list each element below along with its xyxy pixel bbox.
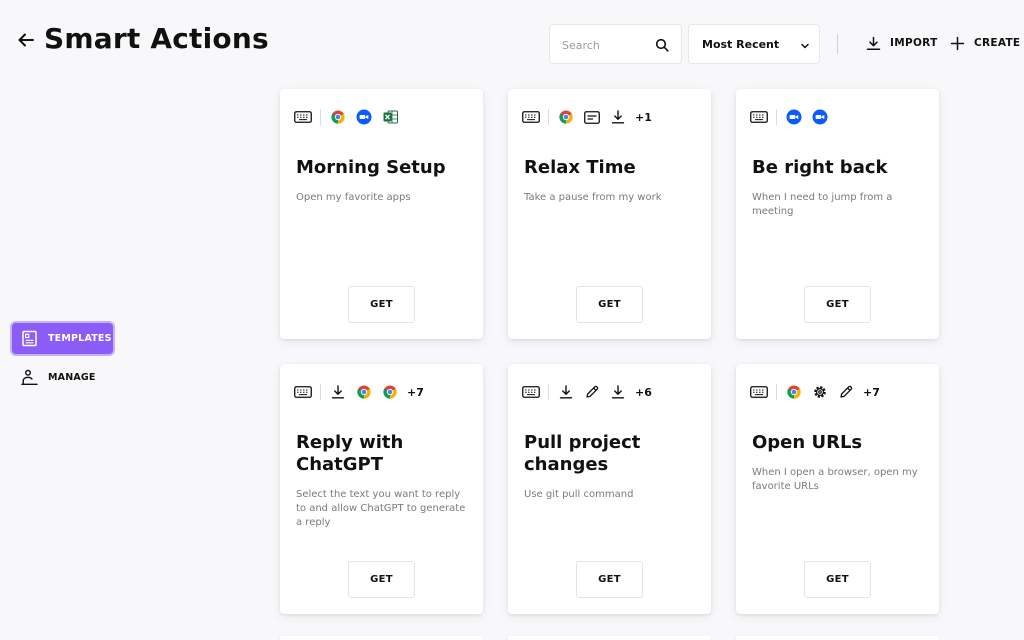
- template-card-relax-time[interactable]: +1 Relax Time Take a pause from my work …: [508, 89, 711, 339]
- zoom-icon: [785, 109, 803, 125]
- card-description: When I open a browser, open my favorite …: [752, 467, 918, 492]
- card-icon-row: [294, 109, 407, 125]
- pencil-icon: [583, 384, 601, 400]
- download-icon: [609, 384, 627, 400]
- keyboard-icon: [294, 384, 312, 400]
- more-actions-count: +7: [863, 385, 880, 399]
- get-button[interactable]: GET: [804, 561, 871, 598]
- chrome-icon: [557, 109, 575, 125]
- sidebar-item-manage[interactable]: MANAGE: [12, 362, 113, 393]
- icon-separator: [776, 384, 777, 400]
- sidebar-item-templates[interactable]: TEMPLATES: [12, 323, 113, 354]
- search-icon[interactable]: [655, 38, 669, 52]
- create-button[interactable]: CREATE: [950, 33, 1020, 53]
- template-card-pull-project-changes[interactable]: +6 Pull project changes Use git pull com…: [508, 364, 711, 614]
- keyboard-icon: [522, 109, 540, 125]
- keyboard-icon: [750, 384, 768, 400]
- sidebar-item-label: MANAGE: [48, 372, 96, 383]
- card-description: Open my favorite apps: [296, 192, 411, 203]
- window-icon: [583, 109, 601, 125]
- pencil-icon: [837, 384, 855, 400]
- template-card-partial: [736, 636, 939, 640]
- template-card-partial: [280, 636, 483, 640]
- plus-icon: [950, 36, 965, 50]
- icon-separator: [320, 109, 321, 125]
- back-arrow-icon[interactable]: [16, 30, 36, 50]
- templates-icon: [22, 330, 37, 347]
- keyboard-icon: [750, 109, 768, 125]
- chevron-down-icon: [801, 43, 809, 49]
- icon-separator: [320, 384, 321, 400]
- chrome-icon: [381, 384, 399, 400]
- card-title: Open URLs: [752, 432, 863, 453]
- get-button[interactable]: GET: [348, 561, 415, 598]
- template-card-open-urls[interactable]: +7 Open URLs When I open a browser, open…: [736, 364, 939, 614]
- chrome-icon: [355, 384, 373, 400]
- card-title: Pull project changes: [524, 432, 641, 475]
- card-icon-row: +7: [294, 384, 424, 400]
- excel-icon: [381, 109, 399, 125]
- keyboard-icon: [294, 109, 312, 125]
- search-box[interactable]: [549, 24, 682, 64]
- download-icon: [329, 384, 347, 400]
- more-actions-count: +1: [635, 110, 652, 124]
- get-button[interactable]: GET: [348, 286, 415, 323]
- header-divider: [837, 34, 838, 54]
- card-title: Morning Setup: [296, 157, 446, 178]
- template-card-reply-with-chatgpt[interactable]: +7 Reply with ChatGPT Select the text yo…: [280, 364, 483, 614]
- card-title: Relax Time: [524, 157, 636, 178]
- more-actions-count: +6: [635, 385, 652, 399]
- create-label: CREATE: [974, 37, 1021, 49]
- card-icon-row: [750, 109, 837, 125]
- download-icon: [609, 109, 627, 125]
- sort-dropdown-value: Most Recent: [702, 38, 780, 51]
- chrome-icon: [329, 109, 347, 125]
- sidebar-item-label: TEMPLATES: [48, 333, 112, 344]
- icon-separator: [776, 109, 777, 125]
- get-button[interactable]: GET: [804, 286, 871, 323]
- keyboard-icon: [522, 384, 540, 400]
- import-icon: [866, 36, 881, 50]
- template-card-partial: [508, 636, 711, 640]
- card-title: Be right back: [752, 157, 888, 178]
- import-button[interactable]: IMPORT: [866, 33, 938, 53]
- import-label: IMPORT: [890, 37, 938, 49]
- icon-separator: [548, 384, 549, 400]
- more-actions-count: +7: [407, 385, 424, 399]
- gear-icon: [811, 384, 829, 400]
- page-title: Smart Actions: [44, 22, 269, 55]
- template-card-morning-setup[interactable]: Morning Setup Open my favorite apps GET: [280, 89, 483, 339]
- sort-dropdown[interactable]: Most Recent: [688, 24, 820, 64]
- card-title: Reply with ChatGPT: [296, 432, 404, 475]
- template-card-be-right-back[interactable]: Be right back When I need to jump from a…: [736, 89, 939, 339]
- search-input[interactable]: [562, 36, 652, 54]
- card-icon-row: +1: [522, 109, 652, 125]
- card-description: Use git pull command: [524, 489, 634, 500]
- download-icon: [557, 384, 575, 400]
- manage-icon: [21, 369, 38, 385]
- card-description: Select the text you want to reply to and…: [296, 489, 466, 528]
- icon-separator: [548, 109, 549, 125]
- card-icon-row: +6: [522, 384, 652, 400]
- zoom-icon: [355, 109, 373, 125]
- chrome-icon: [785, 384, 803, 400]
- card-icon-row: +7: [750, 384, 880, 400]
- card-description: When I need to jump from a meeting: [752, 192, 893, 217]
- get-button[interactable]: GET: [576, 286, 643, 323]
- zoom-icon: [811, 109, 829, 125]
- get-button[interactable]: GET: [576, 561, 643, 598]
- card-description: Take a pause from my work: [524, 192, 662, 203]
